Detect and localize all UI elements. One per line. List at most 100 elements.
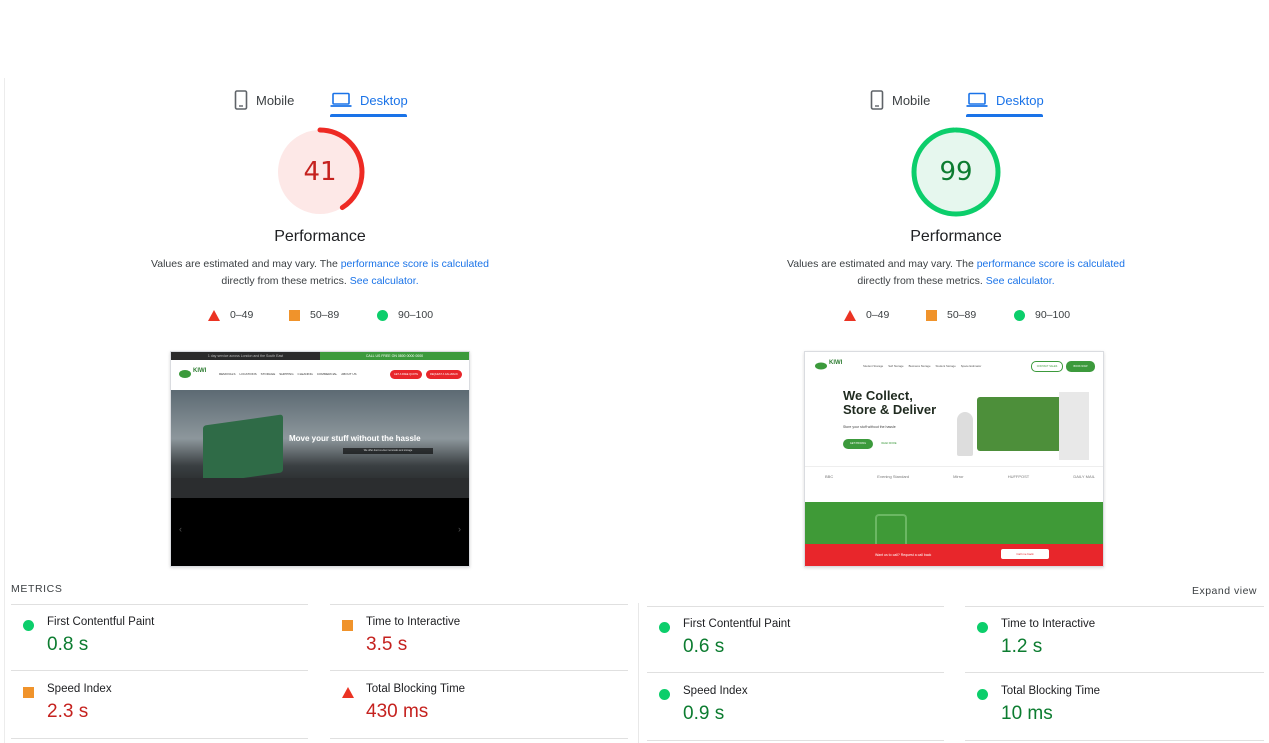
metric-name: Total Blocking Time: [366, 683, 466, 695]
description-text: Values are estimated and may vary. The: [151, 258, 341, 270]
thumb-hero-text: Move your stuff without the hassle: [289, 434, 421, 443]
thumb-cta-more: READ MORE: [881, 442, 897, 445]
thumb-nav-item: REMOVALS: [219, 372, 236, 376]
tab-desktop[interactable]: Desktop: [330, 84, 408, 116]
green-circle-icon: [659, 622, 670, 633]
performance-score-link[interactable]: performance score is calculated: [341, 258, 489, 270]
mobile-phone-icon: [234, 90, 248, 110]
active-tab-indicator: [966, 114, 1043, 117]
green-circle-icon: [659, 689, 670, 700]
expand-view-toggle[interactable]: Expand view: [1192, 585, 1257, 597]
thumb-cta-pricing: GET PRICING: [843, 439, 873, 449]
metric-rating-icon: [977, 687, 988, 705]
thumb-banner-button: Call me back: [1001, 549, 1049, 559]
legend-pass-label: 90–100: [1035, 309, 1071, 321]
score-legend: 0–49 50–89 90–100: [208, 309, 448, 323]
red-triangle-icon: [208, 309, 220, 321]
metric-first-contentful-paint: First Contentful Paint 0.6 s: [647, 614, 937, 674]
thumb-nav-item: Business Storage: [908, 364, 931, 368]
description-text: Values are estimated and may vary. The: [787, 258, 977, 270]
tab-mobile-label: Mobile: [892, 92, 931, 108]
thumb-nav-item: DAILY MAIL: [1073, 474, 1095, 479]
thumb-hero-sub: We offer door-to-door removals and stora…: [343, 448, 433, 454]
thumb-sub: Store your stuff without the hassle: [843, 425, 896, 429]
metric-name: Time to Interactive: [1001, 618, 1096, 630]
performance-score-link[interactable]: performance score is calculated: [977, 258, 1125, 270]
thumb-lock-graphic: [875, 514, 907, 546]
metrics-divider: [330, 604, 628, 605]
metric-value: 10 ms: [1001, 703, 1053, 724]
orange-square-icon: [23, 687, 34, 698]
right-report-panel: Mobile Desktop 99 Performance Values are…: [638, 0, 1269, 743]
metric-name: First Contentful Paint: [683, 618, 791, 630]
performance-score-gauge: 41: [274, 126, 366, 218]
thumb-person: [957, 412, 973, 456]
thumb-nav-item: CLEANING: [297, 372, 313, 376]
thumb-topbar-left: 1 day service across London and the Sout…: [171, 352, 320, 360]
mobile-phone-icon: [870, 90, 884, 110]
metrics-divider: [647, 606, 944, 607]
thumb-nav-item: Student Storage: [863, 364, 884, 368]
metric-name: First Contentful Paint: [47, 616, 155, 628]
thumb-contact-button: CONTACT SALES: [1031, 361, 1063, 372]
tab-mobile[interactable]: Mobile: [234, 84, 294, 116]
performance-score: 41: [303, 157, 337, 187]
thumb-separator: [805, 466, 1103, 467]
see-calculator-link[interactable]: See calculator.: [986, 275, 1055, 287]
device-tabs: Mobile Desktop: [870, 84, 1050, 118]
metric-value: 2.3 s: [47, 701, 89, 722]
score-description: Values are estimated and may vary. The p…: [100, 256, 540, 290]
legend-fail: 0–49: [208, 309, 253, 321]
chevron-left-icon: ‹: [179, 524, 182, 534]
legend-fail: 0–49: [844, 309, 889, 321]
metric-rating-icon: [659, 620, 670, 638]
kiwi-logo-icon: [179, 370, 191, 378]
tab-desktop[interactable]: Desktop: [966, 84, 1044, 116]
score-description: Values are estimated and may vary. The p…: [736, 256, 1176, 290]
metric-rating-icon: [342, 618, 353, 636]
final-screenshot-thumbnail: 1 day service across London and the Sout…: [170, 351, 470, 567]
active-tab-indicator: [330, 114, 407, 117]
thumb-callback-banner: Want us to call? Request a call back Cal…: [805, 544, 1103, 566]
thumb-nav-item: HUFFPOST: [1007, 474, 1030, 479]
laptop-icon: [330, 92, 352, 107]
metric-rating-icon: [23, 685, 34, 703]
legend-pass: 90–100: [377, 309, 433, 321]
see-calculator-link[interactable]: See calculator.: [350, 275, 419, 287]
metric-name: Speed Index: [683, 685, 748, 697]
left-report-panel: Mobile Desktop 41 Performance Values are…: [0, 0, 638, 743]
metric-time-to-interactive: Time to Interactive 1.2 s: [965, 614, 1255, 674]
thumb-quote-button: GET A FREE QUOTE: [390, 370, 422, 379]
thumb-header: KIWI REMOVALS LOCATIONS STORAGE SHIPPING CLE…: [171, 360, 469, 390]
metric-total-blocking-time: Total Blocking Time 430 ms: [330, 679, 620, 739]
metric-rating-icon: [342, 685, 354, 703]
metric-rating-icon: [659, 687, 670, 705]
thumb-headline-line1: We Collect,: [843, 388, 913, 403]
thumb-slider: ‹ ›: [171, 498, 469, 566]
thumb-nav-item: Self Storage: [888, 364, 904, 368]
performance-score-gauge: 99: [910, 126, 1002, 218]
performance-title: Performance: [274, 228, 366, 245]
metric-speed-index: Speed Index 2.3 s: [11, 679, 301, 739]
thumb-nav-item: Student Storage: [935, 364, 956, 368]
metric-value: 0.8 s: [47, 634, 89, 655]
legend-fail-label: 0–49: [230, 309, 254, 321]
metric-rating-icon: [977, 620, 988, 638]
thumb-topbar-right: CALL US FREE ON 0800 0000 0000: [320, 352, 469, 360]
kiwi-logo-icon: [815, 362, 827, 370]
thumb-banner-text: Want us to call? Request a call back: [875, 553, 932, 557]
thumb-nav: Student Storage Self Storage Business Stor…: [863, 364, 981, 368]
thumb-nav-item: Space Estimator: [960, 364, 982, 368]
thumb-van: [977, 397, 1063, 451]
score-legend: 0–49 50–89 90–100: [844, 309, 1084, 323]
legend-pass: 90–100: [1014, 309, 1070, 321]
thumb-headline-line2: Store & Deliver: [843, 402, 937, 417]
legend-pass-label: 90–100: [398, 309, 434, 321]
device-tabs: Mobile Desktop: [234, 84, 414, 118]
green-circle-icon: [23, 620, 34, 631]
orange-square-icon: [342, 620, 353, 631]
tab-mobile[interactable]: Mobile: [870, 84, 930, 116]
metric-name: Total Blocking Time: [1001, 685, 1101, 697]
metrics-divider: [965, 606, 1264, 607]
green-circle-icon: [977, 689, 988, 700]
